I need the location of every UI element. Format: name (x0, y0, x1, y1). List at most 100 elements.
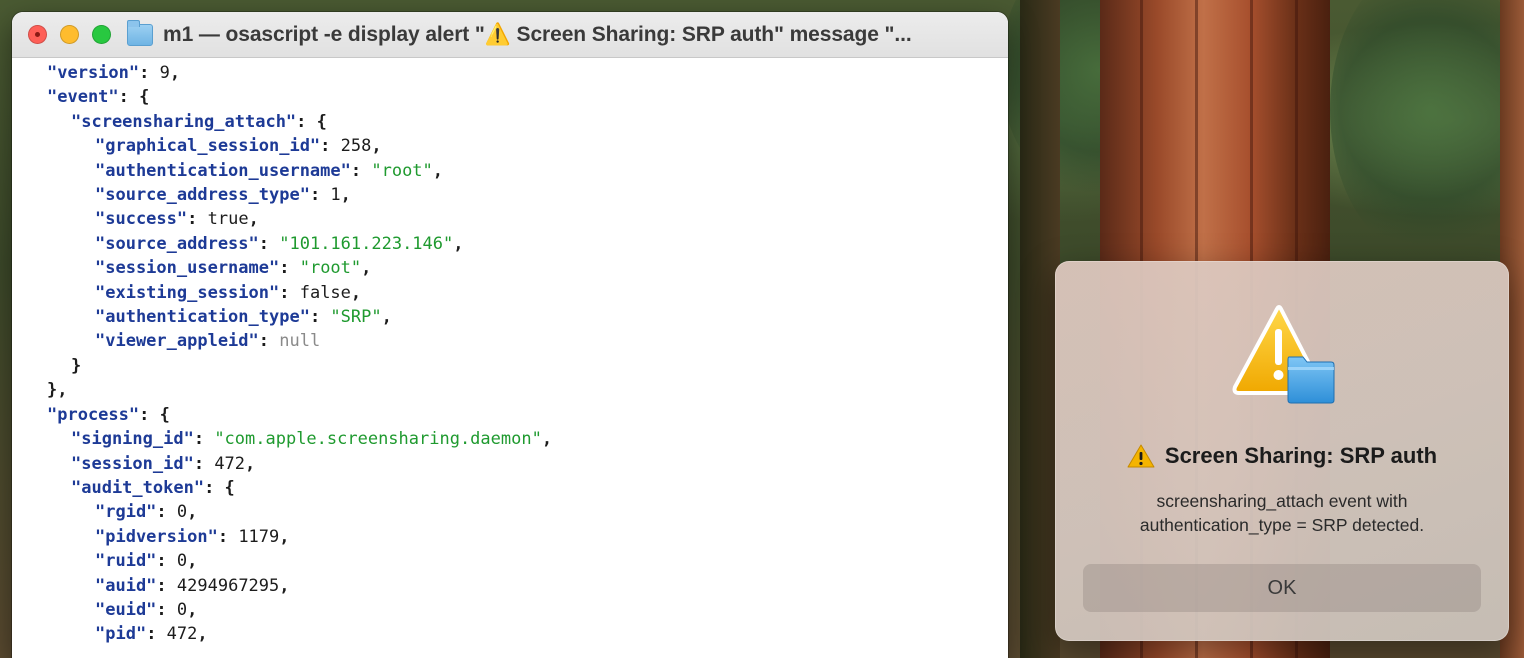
json-separator: : (258, 331, 280, 352)
alert-title: Screen Sharing: SRP auth (1055, 443, 1509, 469)
json-value: "com.apple.screensharing.daemon" (214, 429, 542, 450)
code-line: "rgid": 0, (47, 500, 1008, 524)
json-key: "auid" (95, 575, 157, 596)
json-punctuation: , (381, 307, 392, 328)
json-key: "signing_id" (71, 429, 194, 450)
code-line: "process": { (47, 403, 1008, 427)
json-key: "pid" (95, 624, 147, 645)
json-separator: : (279, 282, 300, 303)
json-punctuation: , (350, 282, 362, 303)
alert-dialog: Screen Sharing: SRP auth screensharing_a… (1055, 261, 1509, 641)
json-value: "root" (371, 160, 433, 181)
json-key: "success" (95, 209, 188, 230)
json-punctuation: , (187, 599, 198, 620)
json-separator: : (146, 624, 167, 645)
code-line: "graphical_session_id": 258, (47, 134, 1008, 158)
json-punctuation: , (197, 624, 208, 645)
terminal-output[interactable]: "version": 9, "event": {"screensharing_at… (12, 58, 1008, 647)
wallpaper-foliage (1330, 0, 1524, 260)
json-punctuation: , (361, 258, 372, 279)
json-value: 9 (159, 63, 170, 83)
warning-folder-icon (1232, 305, 1335, 404)
json-value: 0 (176, 502, 188, 523)
json-punctuation: , (187, 551, 198, 572)
json-value: null (279, 331, 321, 352)
json-punctuation: { (159, 404, 170, 425)
code-line: "screensharing_attach": { (47, 110, 1008, 134)
alert-message-line: authentication_type = SRP detected. (1139, 515, 1425, 535)
code-line: "viewer_appleid": null (47, 329, 1008, 353)
code-line: "signing_id": "com.apple.screensharing.d… (47, 427, 1008, 451)
minimize-window-button[interactable] (60, 25, 79, 44)
json-key: "source_address" (95, 233, 259, 254)
json-punctuation: , (187, 502, 198, 523)
json-punctuation: , (248, 209, 259, 230)
json-separator: : (187, 209, 208, 230)
json-key: "authentication_username" (95, 160, 351, 181)
json-punctuation: , (169, 63, 181, 83)
alert-message-line: screensharing_attach event with (1156, 491, 1408, 511)
code-line: "session_username": "root", (47, 256, 1008, 280)
json-value: 4294967295 (176, 575, 280, 596)
json-key: "pidversion" (95, 526, 218, 547)
json-separator: : (309, 185, 331, 206)
json-value: 258 (340, 136, 372, 157)
code-line: "event": { (47, 85, 1008, 109)
code-line: "pid": 472, (47, 622, 1008, 646)
json-separator: : (118, 87, 140, 108)
code-line: "existing_session": false, (47, 281, 1008, 305)
json-punctuation: , (340, 185, 351, 206)
code-line: "ruid": 0, (47, 549, 1008, 573)
json-punctuation: , (279, 526, 290, 547)
json-key: "euid" (95, 599, 157, 620)
json-punctuation: , (279, 575, 290, 596)
zoom-window-button[interactable] (92, 25, 111, 44)
json-separator: : (296, 111, 317, 132)
code-line: "audit_token": { (47, 476, 1008, 500)
json-value: 1179 (238, 526, 280, 547)
code-line: "euid": 0, (47, 598, 1008, 622)
json-key: "version" (47, 63, 140, 83)
json-key: "screensharing_attach" (71, 111, 297, 132)
code-line: "success": true, (47, 207, 1008, 231)
ok-button[interactable]: OK (1083, 564, 1481, 612)
wallpaper-tree-trunk (1020, 0, 1060, 658)
json-punctuation: , (371, 136, 382, 157)
code-line: "authentication_type": "SRP", (47, 305, 1008, 329)
json-separator: : (193, 429, 215, 450)
alert-message: screensharing_attach event with authenti… (1085, 489, 1479, 537)
json-separator: : (258, 233, 280, 254)
json-separator: : (217, 526, 239, 547)
json-key: "audit_token" (71, 477, 205, 498)
code-line: "pidversion": 1179, (47, 525, 1008, 549)
json-separator: : (156, 551, 177, 572)
json-separator: : (279, 258, 300, 279)
alert-title-text: Screen Sharing: SRP auth (1164, 443, 1438, 468)
json-separator: : (320, 136, 341, 157)
close-window-button[interactable] (28, 25, 47, 44)
json-key: "event" (47, 87, 119, 108)
terminal-window: m1 — osascript -e display alert "⚠️ Scre… (12, 12, 1008, 658)
json-key: "authentication_type" (95, 307, 310, 328)
json-key: "source_address_type" (95, 185, 310, 206)
json-value: "SRP" (330, 307, 382, 328)
window-title: m1 — osascript -e display alert "⚠️ Scre… (163, 22, 912, 46)
json-punctuation: , (453, 233, 464, 254)
code-line: "source_address": "101.161.223.146", (47, 232, 1008, 256)
json-punctuation: { (139, 87, 150, 108)
terminal-titlebar[interactable]: m1 — osascript -e display alert "⚠️ Scre… (12, 12, 1008, 58)
json-separator: : (193, 453, 215, 474)
warning-icon (1127, 444, 1155, 468)
json-key: "rgid" (95, 502, 157, 523)
json-key: "graphical_session_id" (95, 136, 321, 157)
json-value: 472 (214, 453, 246, 474)
code-line: } (47, 354, 1008, 378)
code-line: "version": 9, (47, 61, 1008, 85)
code-line: "authentication_username": "root", (47, 159, 1008, 183)
json-separator: : (204, 477, 225, 498)
json-value: false (299, 282, 351, 303)
json-value: 0 (176, 551, 188, 572)
json-separator: : (350, 160, 372, 181)
json-separator: : (139, 63, 160, 83)
json-value: "root" (299, 258, 362, 279)
